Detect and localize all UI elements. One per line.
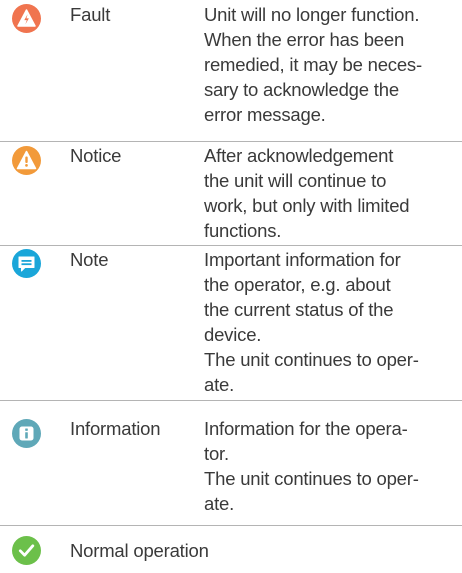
fault-description: Unit will no longer function. When the e… (204, 2, 454, 127)
fault-description-line: sary to acknowledge the (204, 79, 399, 100)
notice-label: Notice (70, 145, 122, 166)
notice-description: After acknowledgement the unit will cont… (204, 143, 454, 243)
note-description-line: the current status of the (204, 299, 394, 320)
note-label: Note (70, 249, 109, 270)
information-icon (12, 419, 41, 448)
fault-description-line: error message. (204, 104, 326, 125)
normal-operation-label: Normal operation (70, 540, 209, 561)
fault-description-line: When the error has been (204, 29, 405, 50)
note-description-line: device. (204, 324, 262, 345)
information-description-line: ate. (204, 493, 235, 514)
information-label: Information (70, 418, 161, 439)
information-description-line: The unit continues to oper- (204, 468, 419, 489)
note-description-line: Important information for (204, 249, 401, 270)
notice-description-line: functions. (204, 220, 282, 241)
checkmark-icon (12, 536, 41, 565)
information-description-line: Information for the opera- (204, 418, 408, 439)
fault-label: Fault (70, 4, 111, 25)
fault-icon (12, 4, 41, 33)
note-speech-bubble-icon (12, 249, 41, 278)
information-description: Information for the opera- tor. The unit… (204, 416, 454, 516)
row-divider (0, 400, 462, 401)
fault-description-line: Unit will no longer function. (204, 4, 420, 25)
notice-description-line: work, but only with limited (204, 195, 410, 216)
note-description-line: The unit continues to oper- (204, 349, 419, 370)
notice-description-line: After acknowledgement (204, 145, 394, 166)
row-divider (0, 141, 462, 142)
note-description-line: ate. (204, 374, 235, 395)
notice-warning-icon (12, 146, 41, 175)
fault-description-line: remedied, it may be neces- (204, 54, 422, 75)
information-description-line: tor. (204, 443, 229, 464)
row-divider (0, 245, 462, 246)
status-message-table: Fault Unit will no longer function. When… (0, 0, 462, 573)
row-divider (0, 525, 462, 526)
note-description: Important information for the operator, … (204, 247, 454, 397)
notice-description-line: the unit will continue to (204, 170, 387, 191)
note-description-line: the operator, e.g. about (204, 274, 391, 295)
